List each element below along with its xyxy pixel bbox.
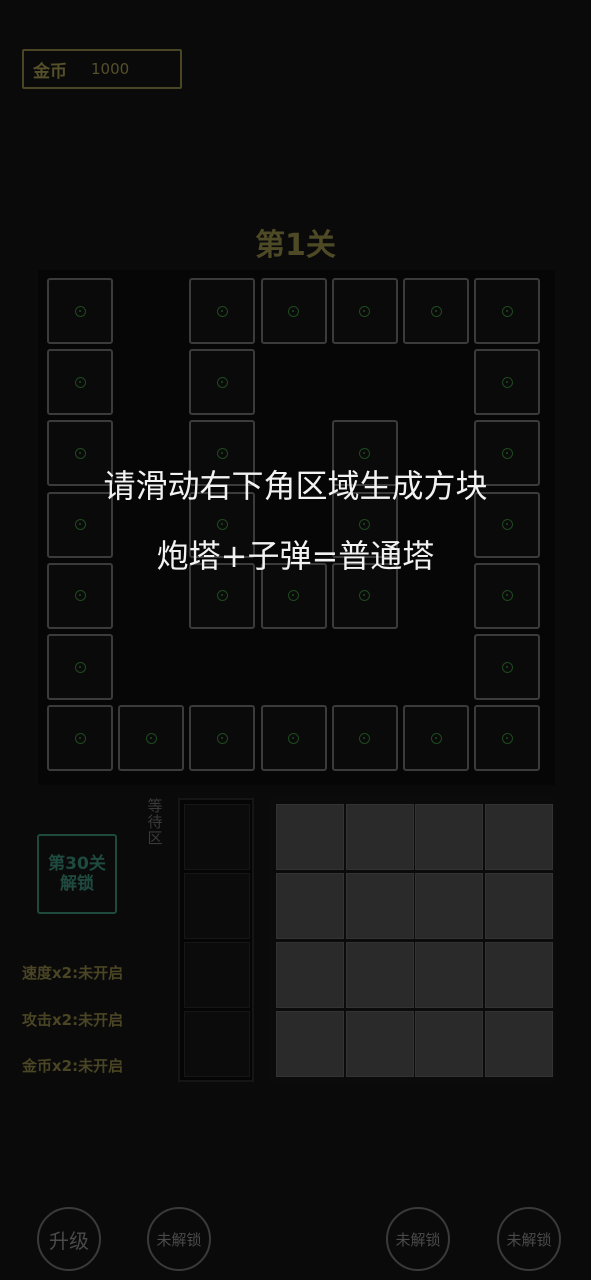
unlock-label: 解锁 (60, 874, 94, 894)
tower-slot[interactable] (47, 634, 113, 700)
speed-stat: 速度x2:未开启 (22, 964, 124, 982)
tower-slot[interactable] (189, 278, 256, 344)
wait-slot[interactable] (184, 873, 250, 939)
target-dot-icon (216, 590, 228, 602)
generation-cell[interactable] (345, 1011, 414, 1077)
generation-cell[interactable] (484, 804, 553, 870)
generation-cell[interactable] (345, 804, 414, 870)
generation-cell[interactable] (484, 873, 553, 939)
target-dot-icon (74, 519, 86, 531)
generation-cell[interactable] (415, 1011, 483, 1077)
instruction-line-2: 炮塔+子弹=普通塔 (156, 537, 435, 575)
instruction-line-1: 请滑动右下角区域生成方块 (103, 467, 488, 505)
locked-button-3[interactable]: 未解锁 (497, 1207, 561, 1271)
target-dot-icon (359, 447, 371, 459)
target-dot-icon (288, 732, 300, 744)
generation-cell[interactable] (415, 942, 483, 1008)
wait-area-label: 等待区 (147, 797, 163, 847)
target-dot-icon (74, 590, 86, 602)
generation-cell[interactable] (484, 1011, 553, 1077)
target-dot-icon (430, 732, 442, 744)
tower-slot[interactable] (260, 278, 327, 344)
coin-label: 金币 (33, 61, 67, 82)
target-dot-icon (74, 661, 86, 673)
target-dot-icon (288, 590, 300, 602)
unlock-level-label: 第30关 (48, 854, 106, 874)
target-dot-icon (288, 305, 300, 317)
coin-value: 1000 (91, 60, 130, 78)
wait-area[interactable] (178, 798, 254, 1082)
tower-slot[interactable] (118, 705, 185, 772)
target-dot-icon (501, 661, 513, 673)
target-dot-icon (216, 305, 228, 317)
coin-stat: 金币x2:未开启 (22, 1057, 124, 1075)
game-board[interactable] (38, 270, 555, 785)
target-dot-icon (501, 732, 513, 744)
target-dot-icon (359, 590, 371, 602)
generation-cell[interactable] (276, 873, 344, 939)
generation-cell[interactable] (276, 804, 344, 870)
tower-slot[interactable] (260, 705, 327, 772)
target-dot-icon (216, 376, 228, 388)
target-dot-icon (216, 732, 228, 744)
tower-slot[interactable] (403, 278, 469, 344)
target-dot-icon (74, 447, 86, 459)
tower-slot[interactable] (47, 349, 113, 416)
target-dot-icon (501, 376, 513, 388)
target-dot-icon (145, 732, 157, 744)
target-dot-icon (359, 732, 371, 744)
tower-slot[interactable] (474, 349, 541, 416)
target-dot-icon (74, 376, 86, 388)
target-dot-icon (216, 447, 228, 459)
target-dot-icon (74, 732, 86, 744)
target-dot-icon (501, 590, 513, 602)
tower-slot[interactable] (331, 278, 398, 344)
locked-button-2[interactable]: 未解锁 (386, 1207, 450, 1271)
coin-display: 金币 1000 (22, 49, 182, 89)
generation-cell[interactable] (415, 873, 483, 939)
target-dot-icon (501, 519, 513, 531)
target-dot-icon (430, 305, 442, 317)
target-dot-icon (501, 305, 513, 317)
attack-stat: 攻击x2:未开启 (22, 1011, 124, 1029)
upgrade-button[interactable]: 升级 (37, 1207, 101, 1271)
tower-slot[interactable] (403, 705, 469, 772)
wait-slot[interactable] (184, 942, 250, 1008)
generation-cell[interactable] (276, 1011, 344, 1077)
generation-cell[interactable] (415, 804, 483, 870)
target-dot-icon (359, 305, 371, 317)
target-dot-icon (216, 519, 228, 531)
tower-slot[interactable] (47, 705, 113, 772)
tower-slot[interactable] (474, 705, 541, 772)
level-title: 第1关 (255, 228, 336, 263)
tower-slot[interactable] (189, 349, 256, 416)
generation-grid[interactable] (270, 798, 555, 1082)
generation-cell[interactable] (345, 942, 414, 1008)
tower-slot[interactable] (331, 705, 398, 772)
tower-slot[interactable] (47, 278, 113, 344)
generation-cell[interactable] (276, 942, 344, 1008)
target-dot-icon (359, 519, 371, 531)
wait-slot[interactable] (184, 804, 250, 870)
target-dot-icon (501, 447, 513, 459)
generation-cell[interactable] (345, 873, 414, 939)
tower-slot[interactable] (189, 705, 256, 772)
tower-slot[interactable] (474, 634, 541, 700)
unlock-level-button[interactable]: 第30关 解锁 (37, 834, 117, 914)
target-dot-icon (74, 305, 86, 317)
wait-slot[interactable] (184, 1011, 250, 1077)
tower-slot[interactable] (474, 278, 541, 344)
locked-button-1[interactable]: 未解锁 (147, 1207, 211, 1271)
generation-cell[interactable] (484, 942, 553, 1008)
